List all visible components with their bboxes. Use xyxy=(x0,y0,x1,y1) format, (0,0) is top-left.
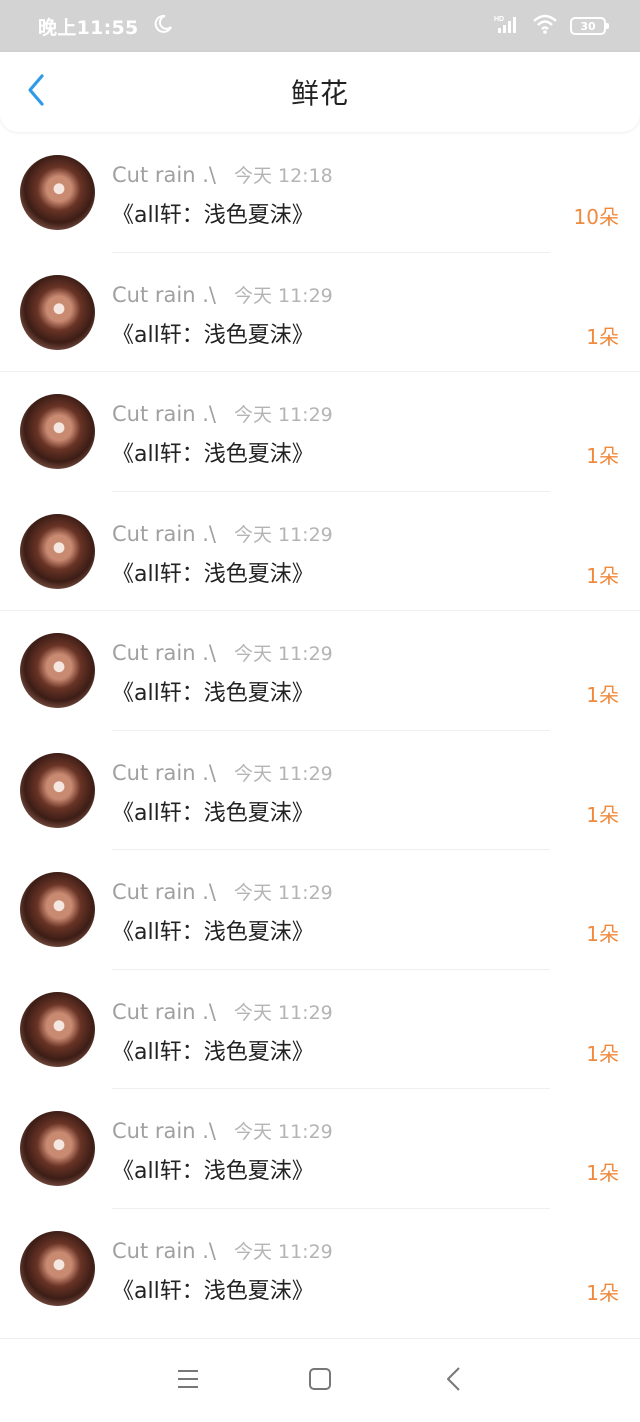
list-item[interactable]: Cut rain .\ 今天 11:29 《all轩：浅色夏沫》 1朵 xyxy=(0,253,640,372)
flower-count: 1朵 xyxy=(586,1041,619,1066)
book-title[interactable]: 《all轩：浅色夏沫》 xyxy=(112,795,314,827)
item-header: Cut rain .\ 今天 11:29 xyxy=(112,281,333,308)
moon-icon xyxy=(153,14,173,38)
status-time: 晚上11:55 xyxy=(38,16,139,39)
flower-count: 1朵 xyxy=(586,1161,619,1185)
timestamp: 今天 11:29 xyxy=(233,1240,333,1263)
user-name[interactable]: Cut rain .\ xyxy=(112,163,216,187)
avatar[interactable] xyxy=(20,752,95,828)
back-triangle-icon xyxy=(442,1366,466,1396)
battery-level: 30 xyxy=(580,19,596,33)
list-item[interactable]: Cut rain .\ 今天 11:29 《all轩：浅色夏沫》 1朵 xyxy=(0,850,640,970)
user-name[interactable]: Cut rain .\ xyxy=(112,1239,216,1263)
avatar[interactable] xyxy=(20,513,95,589)
item-header: Cut rain .\ 今天 11:29 xyxy=(112,878,333,905)
timestamp: 今天 12:18 xyxy=(233,165,333,187)
avatar[interactable] xyxy=(20,1230,95,1306)
status-left: 晚上11:55 xyxy=(38,13,173,40)
user-name[interactable]: Cut rain .\ xyxy=(112,880,216,904)
user-name[interactable]: Cut rain .\ xyxy=(112,641,216,665)
timestamp: 今天 11:29 xyxy=(233,1001,333,1024)
item-header: Cut rain .\ 今天 11:29 xyxy=(112,400,333,427)
home-square-icon xyxy=(308,1367,332,1395)
book-title[interactable]: 《all轩：浅色夏沫》 xyxy=(112,436,314,468)
status-right: HD 30 xyxy=(494,14,609,38)
page-title: 鲜花 xyxy=(290,77,349,110)
menu-icon xyxy=(176,1368,200,1394)
book-title[interactable]: 《all轩：浅色夏沫》 xyxy=(112,1153,314,1185)
avatar[interactable] xyxy=(20,274,95,350)
book-title[interactable]: 《all轩：浅色夏沫》 xyxy=(112,1034,314,1066)
item-header: Cut rain .\ 今天 11:29 xyxy=(112,520,333,547)
list-item[interactable]: Cut rain .\ 今天 12:18 《all轩：浅色夏沫》 10朵 xyxy=(0,133,640,253)
book-title[interactable]: 《all轩：浅色夏沫》 xyxy=(112,675,314,707)
book-title[interactable]: 《all轩：浅色夏沫》 xyxy=(112,1273,314,1305)
item-header: Cut rain .\ 今天 12:18 xyxy=(112,161,333,188)
flower-count: 1朵 xyxy=(586,324,619,349)
list-item[interactable]: Cut rain .\ 今天 11:29 《all轩：浅色夏沫》 1朵 xyxy=(0,492,640,611)
hd-signal-icon: HD xyxy=(494,14,520,38)
user-name[interactable]: Cut rain .\ xyxy=(112,1000,216,1024)
flower-count: 1朵 xyxy=(586,563,619,588)
book-title[interactable]: 《all轩：浅色夏沫》 xyxy=(112,914,314,946)
timestamp: 今天 11:29 xyxy=(233,882,333,904)
avatar[interactable] xyxy=(20,1111,95,1186)
flower-count: 1朵 xyxy=(586,922,619,946)
chevron-left-icon xyxy=(25,73,47,111)
timestamp: 今天 11:29 xyxy=(233,762,333,785)
book-title[interactable]: 《all轩：浅色夏沫》 xyxy=(112,317,314,349)
flower-count: 10朵 xyxy=(573,205,619,229)
timestamp: 今天 11:29 xyxy=(233,523,333,546)
timestamp: 今天 11:29 xyxy=(233,284,333,307)
system-nav-bar xyxy=(0,1338,640,1422)
user-name[interactable]: Cut rain .\ xyxy=(112,402,216,426)
item-header: Cut rain .\ 今天 11:29 xyxy=(112,639,333,666)
avatar[interactable] xyxy=(20,991,95,1067)
item-header: Cut rain .\ 今天 11:29 xyxy=(112,1237,333,1264)
list-item[interactable]: Cut rain .\ 今天 11:29 《all轩：浅色夏沫》 1朵 xyxy=(0,372,640,492)
flower-count: 1朵 xyxy=(586,444,619,468)
flower-count: 1朵 xyxy=(586,1280,619,1305)
status-bar: 晚上11:55 HD 30 xyxy=(0,0,640,52)
user-name[interactable]: Cut rain .\ xyxy=(112,1119,216,1143)
list-item[interactable]: Cut rain .\ 今天 11:29 《all轩：浅色夏沫》 1朵 xyxy=(0,1209,640,1329)
timestamp: 今天 11:29 xyxy=(233,404,333,426)
list-item[interactable]: Cut rain .\ 今天 11:29 《all轩：浅色夏沫》 1朵 xyxy=(0,970,640,1089)
avatar[interactable] xyxy=(20,633,95,708)
list-item[interactable]: Cut rain .\ 今天 11:29 《all轩：浅色夏沫》 1朵 xyxy=(0,611,640,731)
flower-record-list: Cut rain .\ 今天 12:18 《all轩：浅色夏沫》 10朵 Cut… xyxy=(0,133,640,1328)
timestamp: 今天 11:29 xyxy=(233,1121,333,1143)
book-title[interactable]: 《all轩：浅色夏沫》 xyxy=(112,197,314,229)
back-button[interactable] xyxy=(18,72,54,112)
flower-count: 1朵 xyxy=(586,802,619,827)
home-button[interactable] xyxy=(306,1367,334,1395)
user-name[interactable]: Cut rain .\ xyxy=(112,283,216,307)
battery-icon: 30 xyxy=(570,17,609,35)
flower-count: 1朵 xyxy=(586,683,619,707)
svg-text:HD: HD xyxy=(494,16,504,23)
item-header: Cut rain .\ 今天 11:29 xyxy=(112,998,333,1025)
user-name[interactable]: Cut rain .\ xyxy=(112,522,216,546)
screen: 晚上11:55 HD 30 鲜花 Cut rain .\ 今天 12:18 《a… xyxy=(0,0,640,1422)
item-header: Cut rain .\ 今天 11:29 xyxy=(112,759,333,786)
list-item[interactable]: Cut rain .\ 今天 11:29 《all轩：浅色夏沫》 1朵 xyxy=(0,731,640,850)
avatar[interactable] xyxy=(20,872,95,947)
list-item[interactable]: Cut rain .\ 今天 11:29 《all轩：浅色夏沫》 1朵 xyxy=(0,1089,640,1209)
book-title[interactable]: 《all轩：浅色夏沫》 xyxy=(112,556,314,588)
user-name[interactable]: Cut rain .\ xyxy=(112,761,216,785)
wifi-icon xyxy=(532,14,558,38)
avatar[interactable] xyxy=(20,394,95,469)
item-header: Cut rain .\ 今天 11:29 xyxy=(112,1117,333,1144)
header: 鲜花 xyxy=(0,52,640,132)
menu-button[interactable] xyxy=(174,1367,202,1395)
avatar[interactable] xyxy=(20,155,95,230)
timestamp: 今天 11:29 xyxy=(233,643,333,665)
back-nav-button[interactable] xyxy=(440,1367,468,1395)
